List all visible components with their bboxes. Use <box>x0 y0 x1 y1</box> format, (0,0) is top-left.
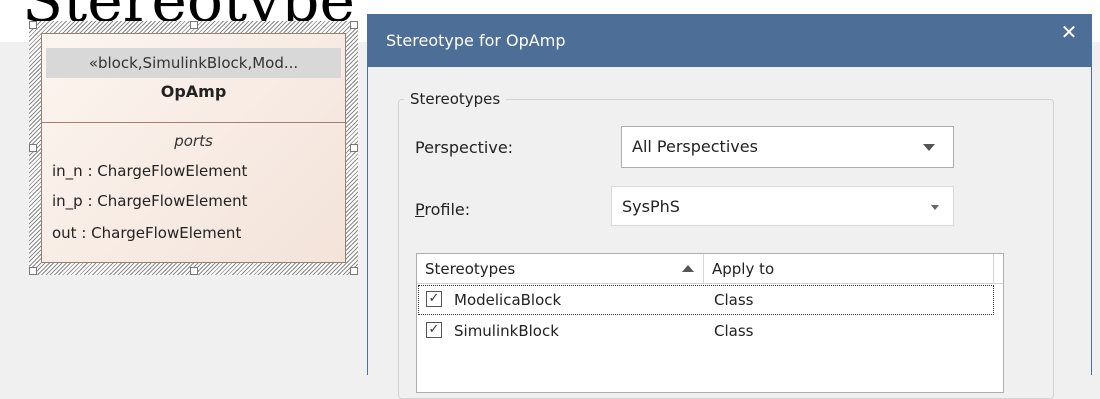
profile-label-rest: rofile: <box>424 200 471 219</box>
resize-handle-top-left[interactable] <box>29 21 37 29</box>
checkbox[interactable]: ✓ <box>426 291 442 307</box>
perspective-label: Perspective: <box>415 138 514 157</box>
profile-value: SysPhS <box>622 197 680 216</box>
sort-ascending-icon <box>682 265 694 272</box>
column-header-stereotypes[interactable]: Stereotypes <box>417 254 704 284</box>
apply-to-value: Class <box>714 291 754 309</box>
port-item[interactable]: in_p : ChargeFlowElement <box>52 192 247 210</box>
dialog-titlebar[interactable]: Stereotype for OpAmp ✕ <box>368 15 1091 67</box>
resize-handle-bottom-left[interactable] <box>29 267 37 275</box>
column-header-apply-to-label: Apply to <box>712 260 775 278</box>
profile-label-mnemonic: P <box>415 200 425 219</box>
stereotypes-list[interactable]: Stereotypes Apply to ✓ ModelicaBlock Cla… <box>416 253 1004 393</box>
close-icon[interactable]: ✕ <box>1047 15 1091 51</box>
stereotype-dialog: Stereotype for OpAmp ✕ Stereotypes Persp… <box>367 14 1092 399</box>
stereotype-name: SimulinkBlock <box>454 322 559 340</box>
list-item[interactable]: ✓ SimulinkBlock Class <box>418 316 994 346</box>
column-header-filler <box>994 254 1003 284</box>
perspective-dropdown[interactable]: All Perspectives <box>621 126 954 168</box>
port-item[interactable]: in_n : ChargeFlowElement <box>52 162 247 180</box>
resize-handle-top-right[interactable] <box>350 21 358 29</box>
list-item[interactable]: ✓ ModelicaBlock Class <box>418 285 994 315</box>
resize-handle-bottom-right[interactable] <box>350 267 358 275</box>
column-header-stereotypes-label: Stereotypes <box>425 260 516 278</box>
profile-dropdown[interactable]: SysPhS <box>611 186 954 226</box>
apply-to-value: Class <box>714 322 754 340</box>
resize-handle-left[interactable] <box>29 144 37 152</box>
port-item[interactable]: out : ChargeFlowElement <box>52 224 241 242</box>
stereotypes-group-label: Stereotypes <box>404 90 507 108</box>
profile-label: Profile: <box>415 200 470 219</box>
resize-handle-bottom[interactable] <box>190 267 198 275</box>
chevron-down-icon <box>923 144 935 151</box>
resize-handle-right[interactable] <box>350 144 358 152</box>
dialog-title: Stereotype for OpAmp <box>386 31 566 50</box>
stereotype-name: ModelicaBlock <box>454 291 562 309</box>
block-stereotype-label: «block,SimulinkBlock,Mod... <box>46 48 341 78</box>
uml-block-opamp[interactable]: «block,SimulinkBlock,Mod... OpAmp ports … <box>41 33 346 263</box>
perspective-value: All Perspectives <box>632 137 758 156</box>
resize-handle-top[interactable] <box>190 21 198 29</box>
checkbox[interactable]: ✓ <box>426 322 442 338</box>
ports-compartment-title: ports <box>174 132 213 150</box>
block-name: OpAmp <box>160 82 227 101</box>
compartment-divider <box>42 122 345 123</box>
column-header-apply-to[interactable]: Apply to <box>704 254 994 284</box>
chevron-down-icon <box>931 205 939 210</box>
